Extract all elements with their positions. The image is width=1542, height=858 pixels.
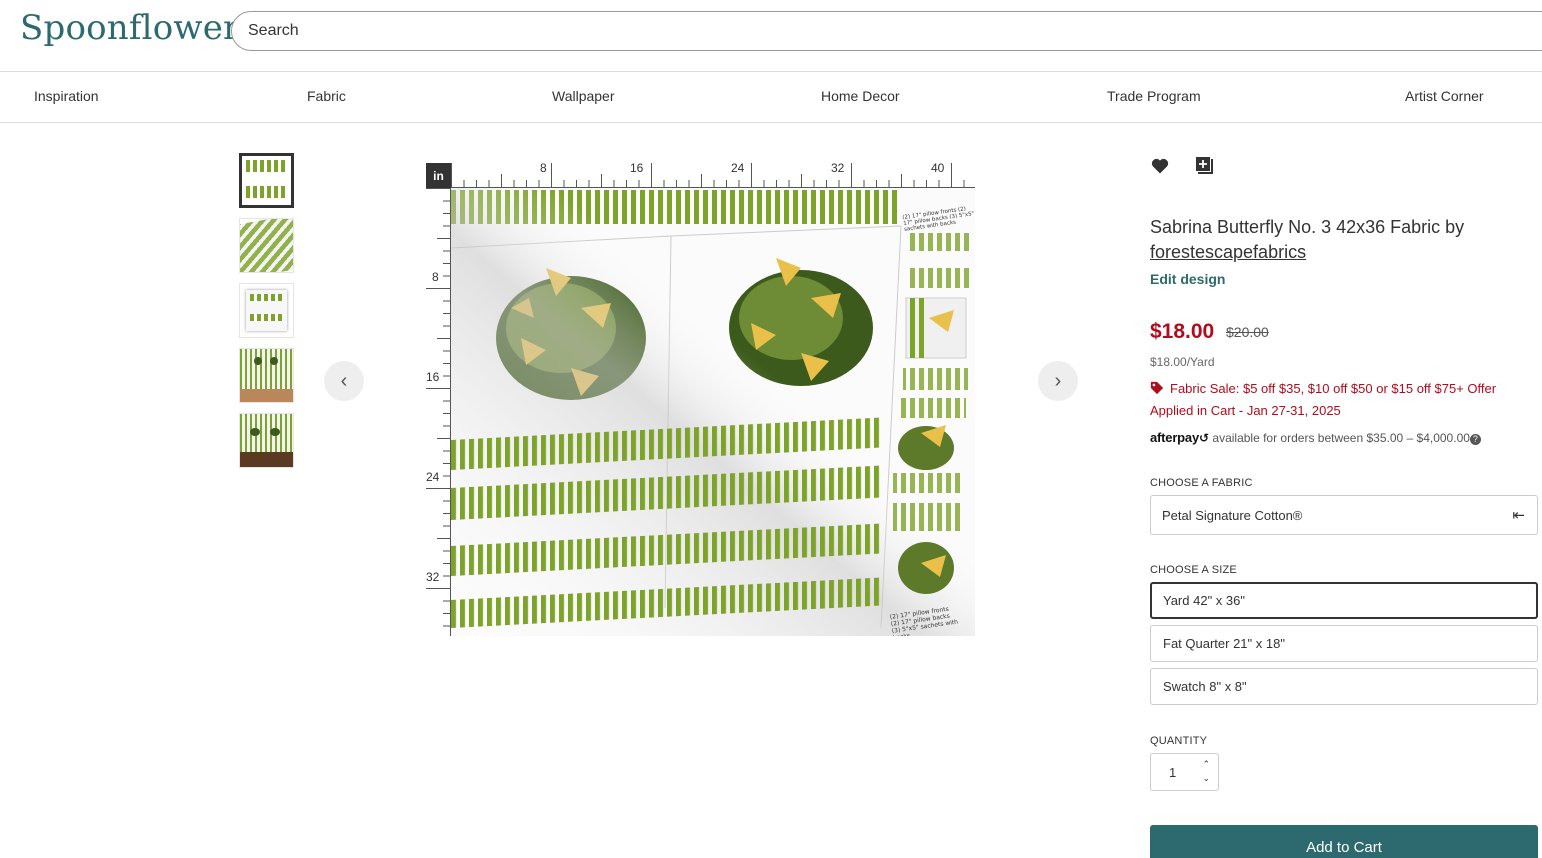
chevron-down-icon[interactable]: ⌄ bbox=[1202, 771, 1210, 785]
left-ruler: 8 16 24 32 bbox=[426, 188, 451, 636]
site-header: Spoonflower bbox=[0, 0, 1542, 72]
nav-item-fabric[interactable]: Fabric bbox=[307, 88, 346, 104]
nav-item-inspiration[interactable]: Inspiration bbox=[34, 88, 99, 104]
search-input[interactable] bbox=[231, 11, 1542, 51]
expand-icon: ⇤ bbox=[1512, 507, 1525, 524]
afterpay-arrow-icon: ↺ bbox=[1198, 431, 1210, 445]
unit-price: $18.00/Yard bbox=[1150, 355, 1215, 369]
size-option-swatch[interactable]: Swatch 8" x 8" bbox=[1150, 668, 1538, 705]
chevron-up-icon[interactable]: ⌃ bbox=[1202, 757, 1210, 771]
thumbnail-1[interactable] bbox=[239, 153, 294, 208]
favorite-button[interactable] bbox=[1150, 156, 1170, 181]
main-nav: Inspiration Fabric Wallpaper Home Decor … bbox=[0, 72, 1542, 123]
ruler-label: 8 bbox=[432, 270, 439, 284]
ruler-label: 40 bbox=[931, 161, 945, 175]
nav-item-artist-corner[interactable]: Artist Corner bbox=[1405, 88, 1484, 104]
help-icon[interactable]: ? bbox=[1469, 434, 1481, 445]
nav-item-wallpaper[interactable]: Wallpaper bbox=[552, 88, 615, 104]
fabric-select-value: Petal Signature Cotton® bbox=[1162, 508, 1303, 523]
quantity-spinner[interactable]: ⌃ ⌄ bbox=[1202, 757, 1210, 785]
top-ruler: 8 16 24 32 40 bbox=[451, 161, 975, 188]
fabric-select[interactable]: Petal Signature Cotton® ⇤ bbox=[1150, 495, 1538, 535]
quantity-stepper[interactable]: 1 ⌃ ⌄ bbox=[1150, 753, 1219, 791]
ruler-label: 24 bbox=[426, 470, 440, 484]
nav-item-trade-program[interactable]: Trade Program bbox=[1107, 88, 1201, 104]
designer-link[interactable]: forestescapefabrics bbox=[1150, 242, 1306, 262]
size-option-yard[interactable]: Yard 42" x 36" bbox=[1150, 582, 1538, 619]
sale-banner: Fabric Sale: $5 off $35, $10 off $50 or … bbox=[1150, 381, 1497, 418]
ruler-label: 16 bbox=[426, 370, 440, 384]
chevron-left-icon: ‹ bbox=[340, 369, 348, 392]
add-to-cart-button[interactable]: Add to Cart bbox=[1150, 825, 1538, 858]
afterpay-info: afterpay↺ available for orders between $… bbox=[1150, 430, 1481, 445]
spoonflower-logo[interactable]: Spoonflower bbox=[20, 8, 240, 48]
edit-design-link[interactable]: Edit design bbox=[1150, 271, 1225, 287]
add-to-collection-button[interactable] bbox=[1195, 156, 1215, 181]
original-price: $20.00 bbox=[1226, 324, 1269, 340]
size-section-label: CHOOSE A SIZE bbox=[1150, 564, 1237, 576]
size-option-fat-quarter[interactable]: Fat Quarter 21" x 18" bbox=[1150, 625, 1538, 662]
ruler-label: 24 bbox=[731, 161, 745, 175]
thumbnail-2[interactable] bbox=[239, 218, 294, 273]
thumbnail-5[interactable] bbox=[239, 413, 294, 468]
sale-price: $18.00 bbox=[1150, 320, 1215, 343]
product-image[interactable]: (2) 17" pillow fronts (2) 17" pillow bac… bbox=[451, 188, 975, 636]
thumbnail-4[interactable] bbox=[239, 348, 294, 403]
afterpay-logo: afterpay bbox=[1150, 430, 1199, 445]
thumbnail-3[interactable] bbox=[239, 283, 294, 338]
quantity-section-label: QUANTITY bbox=[1150, 735, 1208, 747]
ruler-label: 32 bbox=[426, 570, 440, 584]
ruler-label: 16 bbox=[630, 161, 644, 175]
unit-toggle[interactable]: in bbox=[426, 163, 451, 188]
quantity-value[interactable]: 1 bbox=[1169, 765, 1176, 780]
ruler-label: 8 bbox=[540, 161, 547, 175]
prev-image-button[interactable]: ‹ bbox=[324, 361, 364, 401]
ruler-label: 32 bbox=[831, 161, 845, 175]
product-title: Sabrina Butterfly No. 3 42x36 Fabric by … bbox=[1150, 217, 1465, 262]
chevron-right-icon: › bbox=[1054, 369, 1062, 392]
fabric-section-label: CHOOSE A FABRIC bbox=[1150, 477, 1253, 489]
heart-icon bbox=[1151, 158, 1169, 174]
price-tag-icon bbox=[1150, 381, 1164, 395]
collection-add-icon bbox=[1195, 156, 1213, 174]
next-image-button[interactable]: › bbox=[1038, 361, 1078, 401]
nav-item-home-decor[interactable]: Home Decor bbox=[821, 88, 900, 104]
